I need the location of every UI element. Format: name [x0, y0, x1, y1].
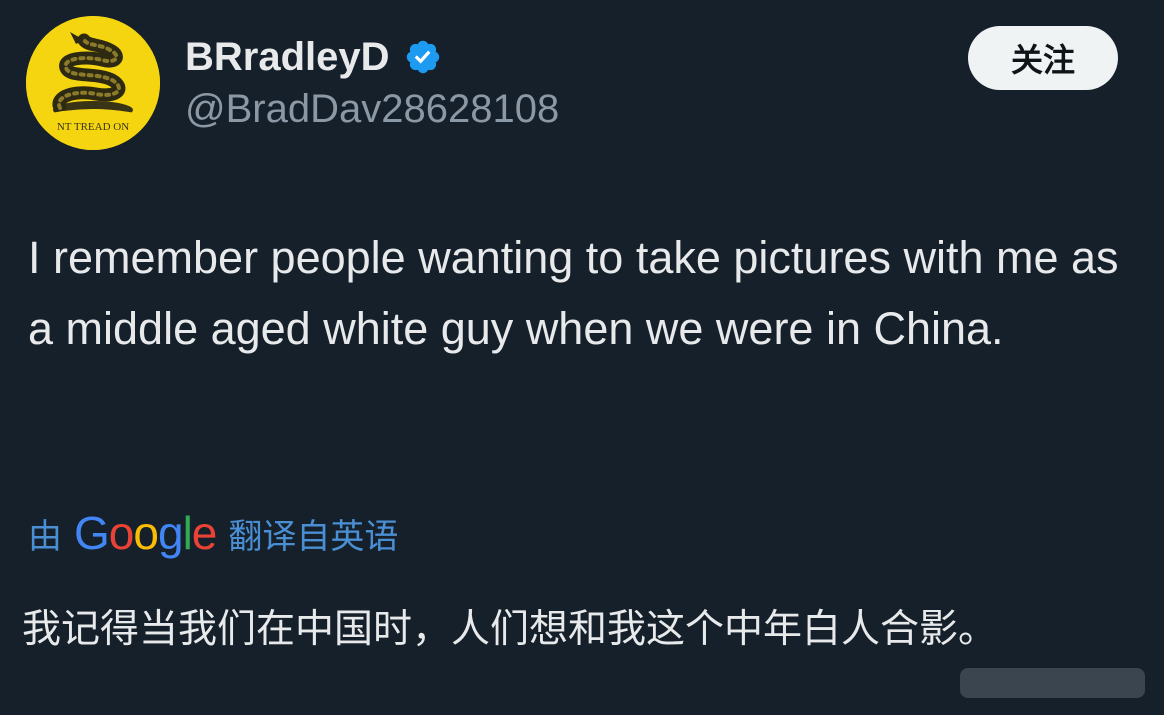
- google-letter: G: [74, 507, 110, 559]
- avatar[interactable]: NT TREAD ON: [26, 16, 160, 150]
- gadsden-snake-icon: NT TREAD ON: [26, 16, 160, 150]
- google-letter: g: [157, 507, 184, 559]
- google-letter: o: [108, 507, 135, 559]
- google-letter: e: [191, 507, 218, 559]
- google-letter: o: [133, 507, 159, 559]
- google-logo: Google: [74, 507, 218, 559]
- translated-tweet-text: 我记得当我们在中国时，人们想和我这个中年白人合影。: [22, 607, 998, 652]
- google-letter: l: [182, 507, 193, 559]
- watermark: [960, 668, 1145, 698]
- verified-badge-icon: [406, 40, 439, 74]
- translation-prefix: 由: [28, 516, 62, 557]
- user-handle[interactable]: @BradDav28628108: [185, 84, 559, 134]
- follow-button[interactable]: 关注: [968, 26, 1118, 90]
- translation-source-label: 翻译自英语: [228, 516, 399, 557]
- avatar-motto: NT TREAD ON: [57, 121, 129, 133]
- translation-attribution[interactable]: 由 Google 翻译自英语: [28, 503, 398, 563]
- tweet-text: I remember people wanting to take pictur…: [28, 232, 1119, 354]
- display-name[interactable]: BRradleyD: [185, 37, 390, 77]
- user-name-row: BRradleyD: [185, 30, 442, 84]
